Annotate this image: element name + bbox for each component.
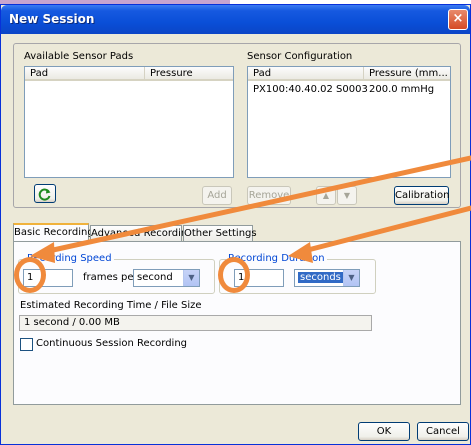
chevron-down-icon: ▼ (183, 270, 199, 286)
table-row[interactable]: PX100:40.40.02 S0003 200.0 mmHg (248, 84, 450, 98)
move-up-button[interactable]: ▲ (316, 186, 336, 205)
recording-speed-group: Recording Speed 1 frames per second ▼ (18, 253, 215, 294)
recording-duration-unit-value: seconds (298, 272, 343, 283)
chevron-down-icon: ▼ (343, 270, 359, 286)
title-bar[interactable]: New Session × (1, 5, 470, 34)
tab-other-settings[interactable]: Other Settings (183, 225, 257, 241)
remove-button[interactable]: Remove (247, 186, 291, 205)
available-sensor-pads-table[interactable]: Pad Pressure (24, 66, 234, 178)
row-pressure: 200.0 mmHg (369, 84, 435, 95)
arrow-up-icon: ▲ (322, 191, 330, 200)
arrow-down-icon: ▼ (343, 191, 351, 200)
ok-button[interactable]: OK (358, 422, 410, 441)
calibration-button[interactable]: Calibration (394, 186, 449, 205)
frames-per-label: frames per (83, 272, 138, 283)
window-title: New Session (9, 12, 95, 26)
sensor-configuration-table[interactable]: Pad Pressure (mm... PX100:40.40.02 S0003… (247, 66, 451, 178)
cancel-button[interactable]: Cancel (417, 422, 469, 441)
refresh-button[interactable] (34, 184, 56, 203)
available-sensor-pads-label: Available Sensor Pads (24, 51, 134, 62)
estimated-recording-label: Estimated Recording Time / File Size (20, 300, 202, 311)
recording-duration-unit-select[interactable]: seconds ▼ (294, 269, 360, 287)
column-header-pad[interactable]: Pad (25, 67, 145, 81)
sensor-configuration-label: Sensor Configuration (247, 51, 353, 62)
column-header-pressure[interactable]: Pressure (mm... (364, 67, 450, 81)
annotation-circle-speed (14, 257, 46, 293)
refresh-icon (38, 188, 51, 201)
sensor-panel: Available Sensor Pads Pad Pressure Senso… (13, 43, 461, 208)
close-button[interactable]: × (448, 9, 468, 30)
continuous-recording-label: Continuous Session Recording (36, 338, 188, 349)
tab-basic-recording[interactable]: Basic Recording (13, 223, 94, 241)
tab-advanced-recording[interactable]: Advanced Recording (90, 225, 194, 241)
row-pad: PX100:40.40.02 S0003 (253, 84, 368, 95)
estimated-recording-value-box: 1 second / 0.00 MB (19, 315, 372, 331)
move-down-button[interactable]: ▼ (337, 186, 357, 205)
annotation-circle-duration (218, 257, 250, 293)
recording-speed-unit-value: second (137, 272, 173, 283)
continuous-recording-checkbox[interactable] (20, 338, 33, 351)
new-session-dialog: New Session × Available Sensor Pads Pad … (0, 4, 471, 445)
add-button[interactable]: Add (202, 186, 232, 205)
column-header-pad[interactable]: Pad (248, 67, 364, 81)
recording-speed-unit-select[interactable]: second ▼ (133, 269, 200, 287)
column-header-pressure[interactable]: Pressure (145, 67, 233, 81)
estimated-recording-value: 1 second / 0.00 MB (24, 317, 120, 328)
